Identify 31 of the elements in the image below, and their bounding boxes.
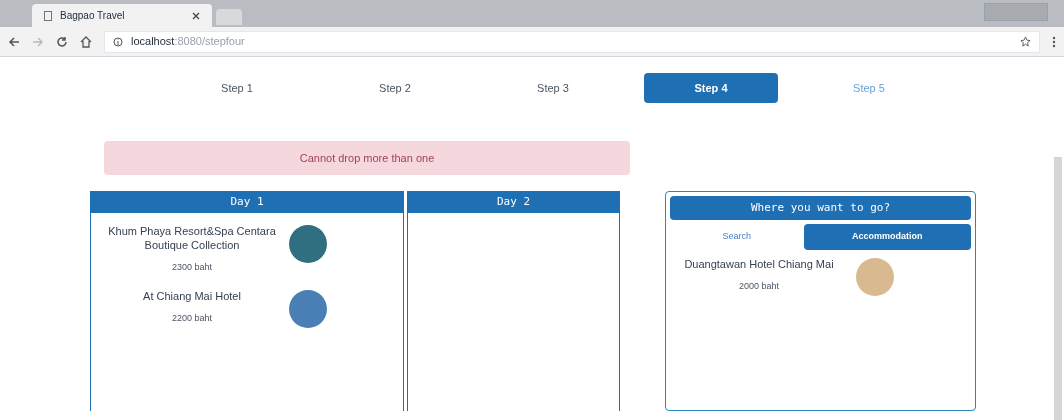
info-icon	[113, 36, 123, 47]
hotel-name: At Chiang Mai Hotel	[143, 290, 241, 304]
home-icon[interactable]	[80, 35, 92, 48]
hotel-price: 2300 baht	[171, 260, 212, 274]
hotel-name: Duangtawan Hotel Chiang Mai	[684, 258, 834, 272]
star-icon[interactable]	[1020, 36, 1031, 47]
hotel-photo	[289, 290, 327, 328]
close-icon[interactable]	[192, 11, 200, 20]
scrollbar[interactable]	[1054, 157, 1062, 420]
panel-tab[interactable]: Accommodation	[803, 224, 971, 250]
url-text: localhost:8080/stepfour	[131, 34, 245, 50]
step-tab[interactable]: Step 1	[170, 73, 304, 103]
hotel-photo	[289, 225, 327, 263]
step-tab[interactable]: Step 2	[328, 73, 462, 103]
hotel-photo	[856, 258, 894, 296]
day-header: Day 2	[408, 191, 619, 213]
panel-tab[interactable]: Search	[670, 224, 804, 250]
menu-icon[interactable]	[1052, 35, 1056, 48]
page-icon	[44, 10, 52, 21]
hotel-price: 2200 baht	[171, 311, 212, 325]
step-tab[interactable]: Step 4	[644, 73, 778, 103]
panel-header: Where you want to go?	[670, 196, 971, 220]
alert-banner: Cannot drop more than one	[104, 141, 630, 175]
back-arrow-icon[interactable]	[8, 35, 20, 48]
hotel-name: Khum Phaya Resort&Spa Centara Boutique Collection	[107, 225, 277, 253]
address-field[interactable]: localhost:8080/stepfour	[104, 30, 1040, 53]
step-tab[interactable]: Step 3	[486, 73, 620, 103]
browser-tab[interactable]: Bagpao Travel	[32, 4, 212, 27]
day-header: Day 1	[91, 191, 403, 213]
reload-icon[interactable]	[56, 35, 68, 48]
hotel-price: 2000 baht	[738, 279, 779, 293]
